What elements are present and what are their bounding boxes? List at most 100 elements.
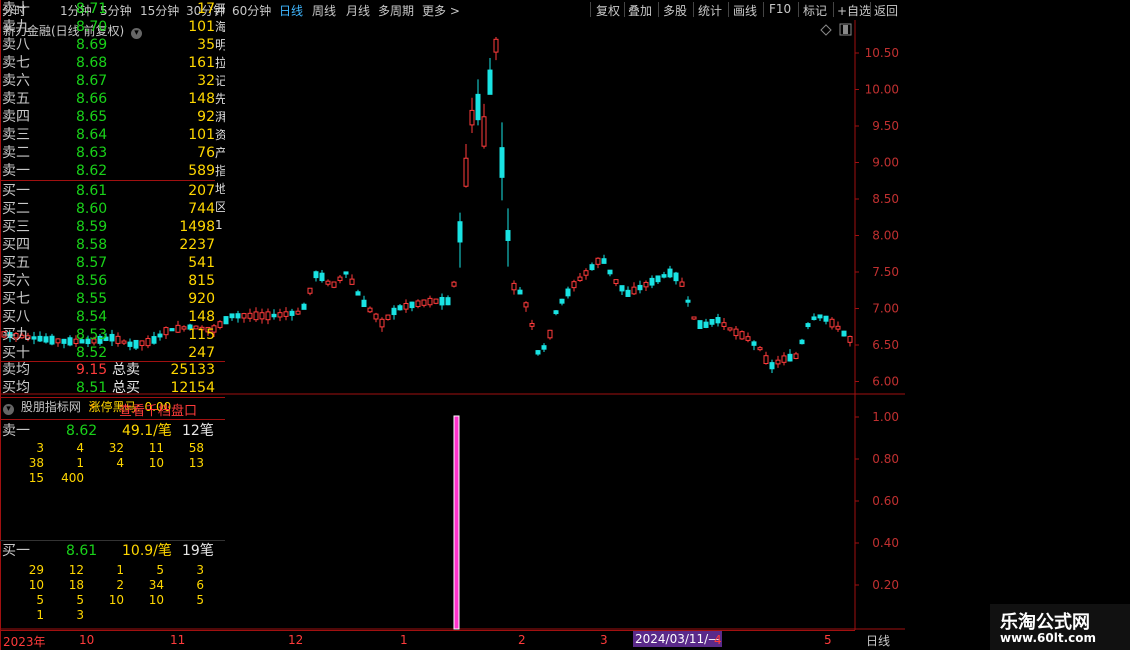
candle-body (265, 311, 271, 321)
side-info-char: 产 (215, 146, 225, 160)
ask-level-row[interactable]: 卖九 8.70 101 (0, 18, 215, 36)
candle-body (727, 327, 733, 331)
candle-body (349, 278, 355, 285)
candle-body (631, 286, 637, 295)
bid-level-row[interactable]: 买五 8.57 541 (0, 254, 215, 272)
queue-cell: 10 (108, 593, 124, 607)
statistics-button[interactable]: 统计 (698, 2, 722, 19)
candle-body (325, 280, 331, 285)
bid-level-row[interactable]: 买十 8.52 247 (0, 344, 215, 362)
bid-level-row[interactable]: 买六 8.56 815 (0, 272, 215, 290)
ask-level-label: 卖五 (2, 91, 30, 107)
restore-rights-button[interactable]: 复权 (596, 2, 620, 19)
candle-body (517, 289, 523, 295)
candle-body (655, 275, 661, 283)
ask-level-row[interactable]: 卖六 8.67 32 (0, 72, 215, 90)
candle-body (763, 355, 769, 364)
avg-ask-label: 卖均 (2, 362, 30, 378)
x-label-apr: 4 (714, 633, 722, 647)
bid-level-row[interactable]: 买二 8.60 744 (0, 200, 215, 218)
side-info-char: 1 (215, 218, 223, 232)
candle-body (625, 289, 631, 297)
period-tab-weekly[interactable]: 周线 (312, 2, 336, 19)
view-depth-link[interactable]: 查看千档盘口 (119, 400, 197, 419)
signal-bar (453, 415, 460, 630)
total-ask-value: 25133 (170, 362, 215, 378)
draw-line-button[interactable]: 画线 (733, 2, 757, 19)
candle-body (547, 329, 553, 339)
diamond-icon[interactable] (820, 24, 832, 36)
overlay-button[interactable]: 叠加 (628, 2, 652, 19)
period-tab-60min[interactable]: 60分钟 (232, 2, 271, 19)
bid-level-row[interactable]: 买一 8.61 207 (0, 182, 215, 200)
candle-body (733, 328, 739, 337)
period-indicator[interactable]: 日线 (866, 632, 890, 649)
chevron-down-icon[interactable]: ▾ (3, 404, 14, 415)
candle-body (685, 299, 691, 303)
bid1-queue-label: 买一 (2, 543, 30, 559)
ask-level-row[interactable]: 卖一 8.62 589 (0, 162, 215, 180)
candle-body (409, 301, 415, 309)
bid-level-volume: 207 (188, 183, 215, 199)
price-tick-label: 6.00 (872, 375, 899, 389)
bid-level-label: 买一 (2, 183, 30, 199)
candle-body (721, 322, 727, 327)
queue-cell: 4 (76, 441, 84, 455)
crosshair-date-label: 2024/03/11/— (633, 631, 723, 647)
candle-body (367, 307, 373, 313)
ask1-queue-count: 12笔 (182, 423, 214, 439)
bid-level-row[interactable]: 买九 8.53 115 (0, 326, 215, 344)
queue-cell: 13 (188, 456, 204, 470)
toolbar-divider (763, 2, 764, 17)
back-button[interactable]: 返回 (874, 2, 898, 19)
candle-body (673, 272, 679, 282)
mark-button[interactable]: 标记 (803, 2, 827, 19)
candle-body (643, 281, 649, 288)
avg-bid-price: 8.51 (76, 380, 108, 396)
candle-body (553, 310, 559, 315)
bid-level-price: 8.60 (76, 201, 108, 217)
queue-cell: 3 (36, 441, 44, 455)
add-watchlist-button[interactable]: +自选 (837, 2, 871, 19)
candle-body (445, 297, 451, 306)
queue-cell: 1 (116, 563, 124, 577)
site-watermark: 乐淘公式网 www.60lt.com (990, 604, 1130, 650)
period-tab-monthly[interactable]: 月线 (346, 2, 370, 19)
watermark-url: www.60lt.com (1000, 631, 1097, 645)
candle-body (475, 93, 481, 121)
bid-level-row[interactable]: 买四 8.58 2237 (0, 236, 215, 254)
candle-body (487, 69, 493, 95)
price-tick-label: 8.00 (872, 229, 899, 243)
x-label-feb: 2 (518, 633, 526, 647)
x-label-nov: 11 (170, 633, 186, 647)
queue-cell: 2 (116, 578, 124, 592)
ask-level-row[interactable]: 卖三 8.64 101 (0, 126, 215, 144)
multi-stock-button[interactable]: 多股 (663, 2, 687, 19)
side-info-char: 湃 (215, 110, 225, 124)
bid-level-row[interactable]: 买八 8.54 148 (0, 308, 215, 326)
bid-level-row[interactable]: 买七 8.55 920 (0, 290, 215, 308)
ask1-queue-price: 8.62 (66, 423, 98, 439)
queue-row: 10 18 2 34 6 (0, 578, 220, 593)
f10-button[interactable]: F10 (769, 2, 791, 16)
ask-level-row[interactable]: 卖四 8.65 92 (0, 108, 215, 126)
period-tab-multi[interactable]: 多周期 (378, 2, 414, 19)
queue-row: 13 (0, 608, 220, 623)
candle-body (379, 318, 385, 328)
candle-body (355, 291, 361, 296)
bid-level-row[interactable]: 买三 8.59 1498 (0, 218, 215, 236)
more-periods-button[interactable]: 更多 > (422, 2, 460, 19)
candle-body (373, 313, 379, 320)
candle-body (319, 272, 325, 282)
candle-body (535, 350, 541, 355)
ask-level-row[interactable]: 卖十 8.71 17 (0, 0, 215, 18)
price-tick-label: 7.50 (872, 265, 899, 279)
ask-level-row[interactable]: 卖二 8.63 76 (0, 144, 215, 162)
ask-level-row[interactable]: 卖七 8.68 161 (0, 54, 215, 72)
bid-level-label: 买八 (2, 309, 30, 325)
candle-body (769, 362, 775, 370)
period-tab-daily[interactable]: 日线 (279, 2, 303, 19)
ask-level-row[interactable]: 卖五 8.66 148 (0, 90, 215, 108)
candle-body (649, 277, 655, 286)
ask-level-row[interactable]: 卖八 8.69 35 (0, 36, 215, 54)
